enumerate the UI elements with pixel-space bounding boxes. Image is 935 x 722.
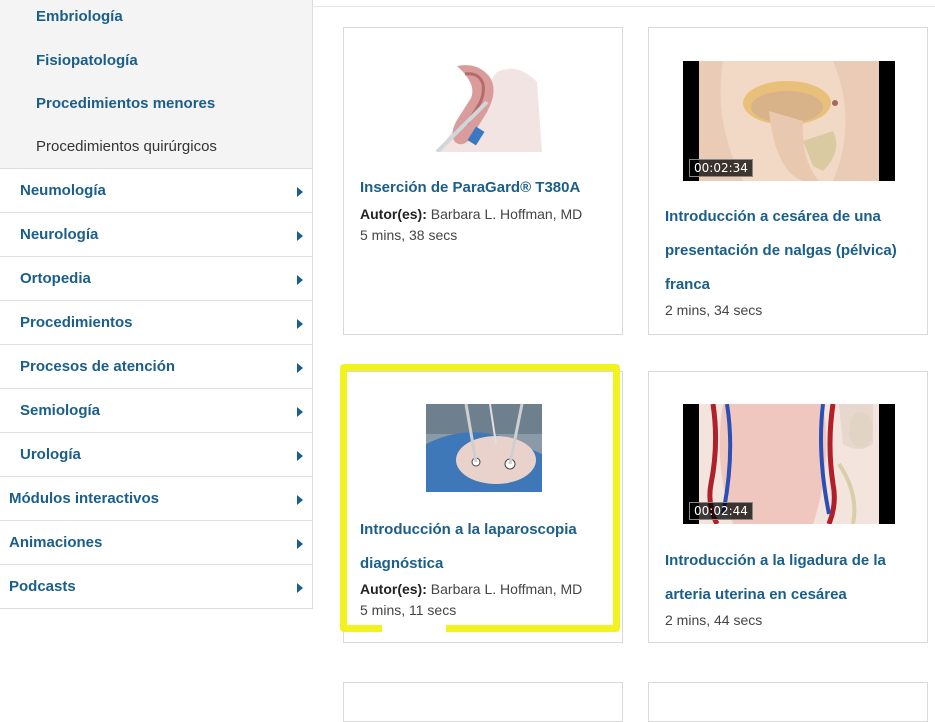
sidebar-item-semiologia[interactable]: Semiología: [0, 389, 312, 433]
sidebar-subitem-procedimientos-menores[interactable]: Procedimientos menores: [36, 94, 215, 114]
sidebar-item-procedimientos[interactable]: Procedimientos: [0, 301, 312, 345]
sidebar-item-neumologia[interactable]: Neumología: [0, 169, 312, 213]
chevron-right-icon: [297, 363, 303, 373]
video-card: Introducción a la laparoscopia diagnósti…: [343, 371, 623, 643]
chevron-right-icon: [297, 187, 303, 197]
video-title[interactable]: Inserción de ParaGard® T380A: [360, 178, 610, 198]
sidebar-item-label: Podcasts: [9, 578, 76, 595]
video-card: Inserción de ParaGard® T380A Autor(es): …: [343, 27, 623, 335]
video-title[interactable]: Introducción a la laparoscopia diagnósti…: [360, 513, 610, 581]
video-card: 00:02:44 Introducción a la ligadura de l…: [648, 371, 928, 643]
sidebar-item-label: Neurología: [20, 226, 99, 243]
sidebar-item-label: Procesos de atención: [20, 358, 176, 375]
author-label: Autor(es):: [360, 206, 427, 222]
video-title-line: diagnóstica: [360, 555, 444, 572]
sidebar-item-label: Procedimientos: [20, 314, 133, 331]
video-duration: 2 mins, 34 secs: [665, 302, 763, 318]
sidebar-nav: Embriología Fisiopatología Procedimiento…: [0, 0, 313, 609]
chevron-right-icon: [297, 583, 303, 593]
sidebar-subitem-fisiopatologia[interactable]: Fisiopatología: [36, 51, 138, 71]
video-card-partial: [343, 682, 623, 722]
sidebar-item-urologia[interactable]: Urología: [0, 433, 312, 477]
video-timestamp: 00:02:34: [689, 159, 753, 177]
chevron-right-icon: [297, 495, 303, 505]
author-name: Barbara L. Hoffman, MD: [426, 206, 583, 222]
chevron-right-icon: [297, 539, 303, 549]
sidebar-subgroup: Embriología Fisiopatología Procedimiento…: [0, 0, 312, 169]
video-title-line: franca: [665, 276, 711, 293]
sidebar-item-label: Animaciones: [9, 534, 103, 551]
sidebar-item-modulos-interactivos[interactable]: Módulos interactivos: [0, 477, 312, 521]
video-title[interactable]: Introducción a cesárea de una presentaci…: [665, 200, 915, 302]
sidebar-item-animaciones[interactable]: Animaciones: [0, 521, 312, 565]
chevron-right-icon: [297, 407, 303, 417]
video-duration: 2 mins, 44 secs: [665, 612, 763, 628]
sidebar-item-label: Semiología: [20, 402, 101, 419]
video-title-line: arteria uterina en cesárea: [665, 586, 847, 603]
video-title-line: presentación de nalgas (pélvica): [665, 242, 897, 259]
laparoscopy-thumbnail[interactable]: [426, 404, 542, 492]
highlight-gap: [382, 622, 446, 634]
video-title-line: Introducción a cesárea de una: [665, 208, 881, 225]
sidebar-item-label: Urología: [20, 446, 81, 463]
author-label: Autor(es):: [360, 581, 427, 597]
chevron-right-icon: [297, 451, 303, 461]
sidebar-item-neurologia[interactable]: Neurología: [0, 213, 312, 257]
video-title-line: Introducción a la laparoscopia: [360, 521, 577, 538]
chevron-right-icon: [297, 275, 303, 285]
sidebar-item-podcasts[interactable]: Podcasts: [0, 565, 312, 608]
uterine-artery-ligation-thumbnail[interactable]: 00:02:44: [683, 404, 895, 524]
video-duration: 5 mins, 38 secs: [360, 227, 458, 243]
video-title-line: Introducción a la ligadura de la: [665, 552, 886, 569]
sidebar-subitem-embriologia[interactable]: Embriología: [36, 7, 123, 27]
sidebar-item-label: Ortopedia: [20, 270, 91, 287]
video-author: Autor(es): Barbara L. Hoffman, MD: [360, 580, 582, 598]
sidebar-item-ortopedia[interactable]: Ortopedia: [0, 257, 312, 301]
chevron-right-icon: [297, 231, 303, 241]
video-title[interactable]: Introducción a la ligadura de la arteria…: [665, 544, 915, 612]
video-timestamp: 00:02:44: [689, 502, 753, 520]
sidebar-subitem-procedimientos-quirurgicos[interactable]: Procedimientos quirúrgicos: [36, 137, 217, 157]
video-duration: 5 mins, 11 secs: [360, 602, 457, 618]
top-divider: [312, 6, 935, 7]
sidebar-item-procesos-de-atencion[interactable]: Procesos de atención: [0, 345, 312, 389]
sidebar-item-label: Neumología: [20, 182, 106, 199]
author-name: Barbara L. Hoffman, MD: [426, 581, 583, 597]
video-card: 00:02:34 Introducción a cesárea de una p…: [648, 27, 928, 335]
video-card-partial: [648, 682, 928, 722]
sidebar-item-label: Módulos interactivos: [9, 490, 160, 507]
video-author: Autor(es): Barbara L. Hoffman, MD: [360, 205, 582, 223]
iud-insertion-thumbnail[interactable]: [427, 62, 543, 152]
chevron-right-icon: [297, 319, 303, 329]
breech-cesarean-thumbnail[interactable]: 00:02:34: [683, 61, 895, 181]
